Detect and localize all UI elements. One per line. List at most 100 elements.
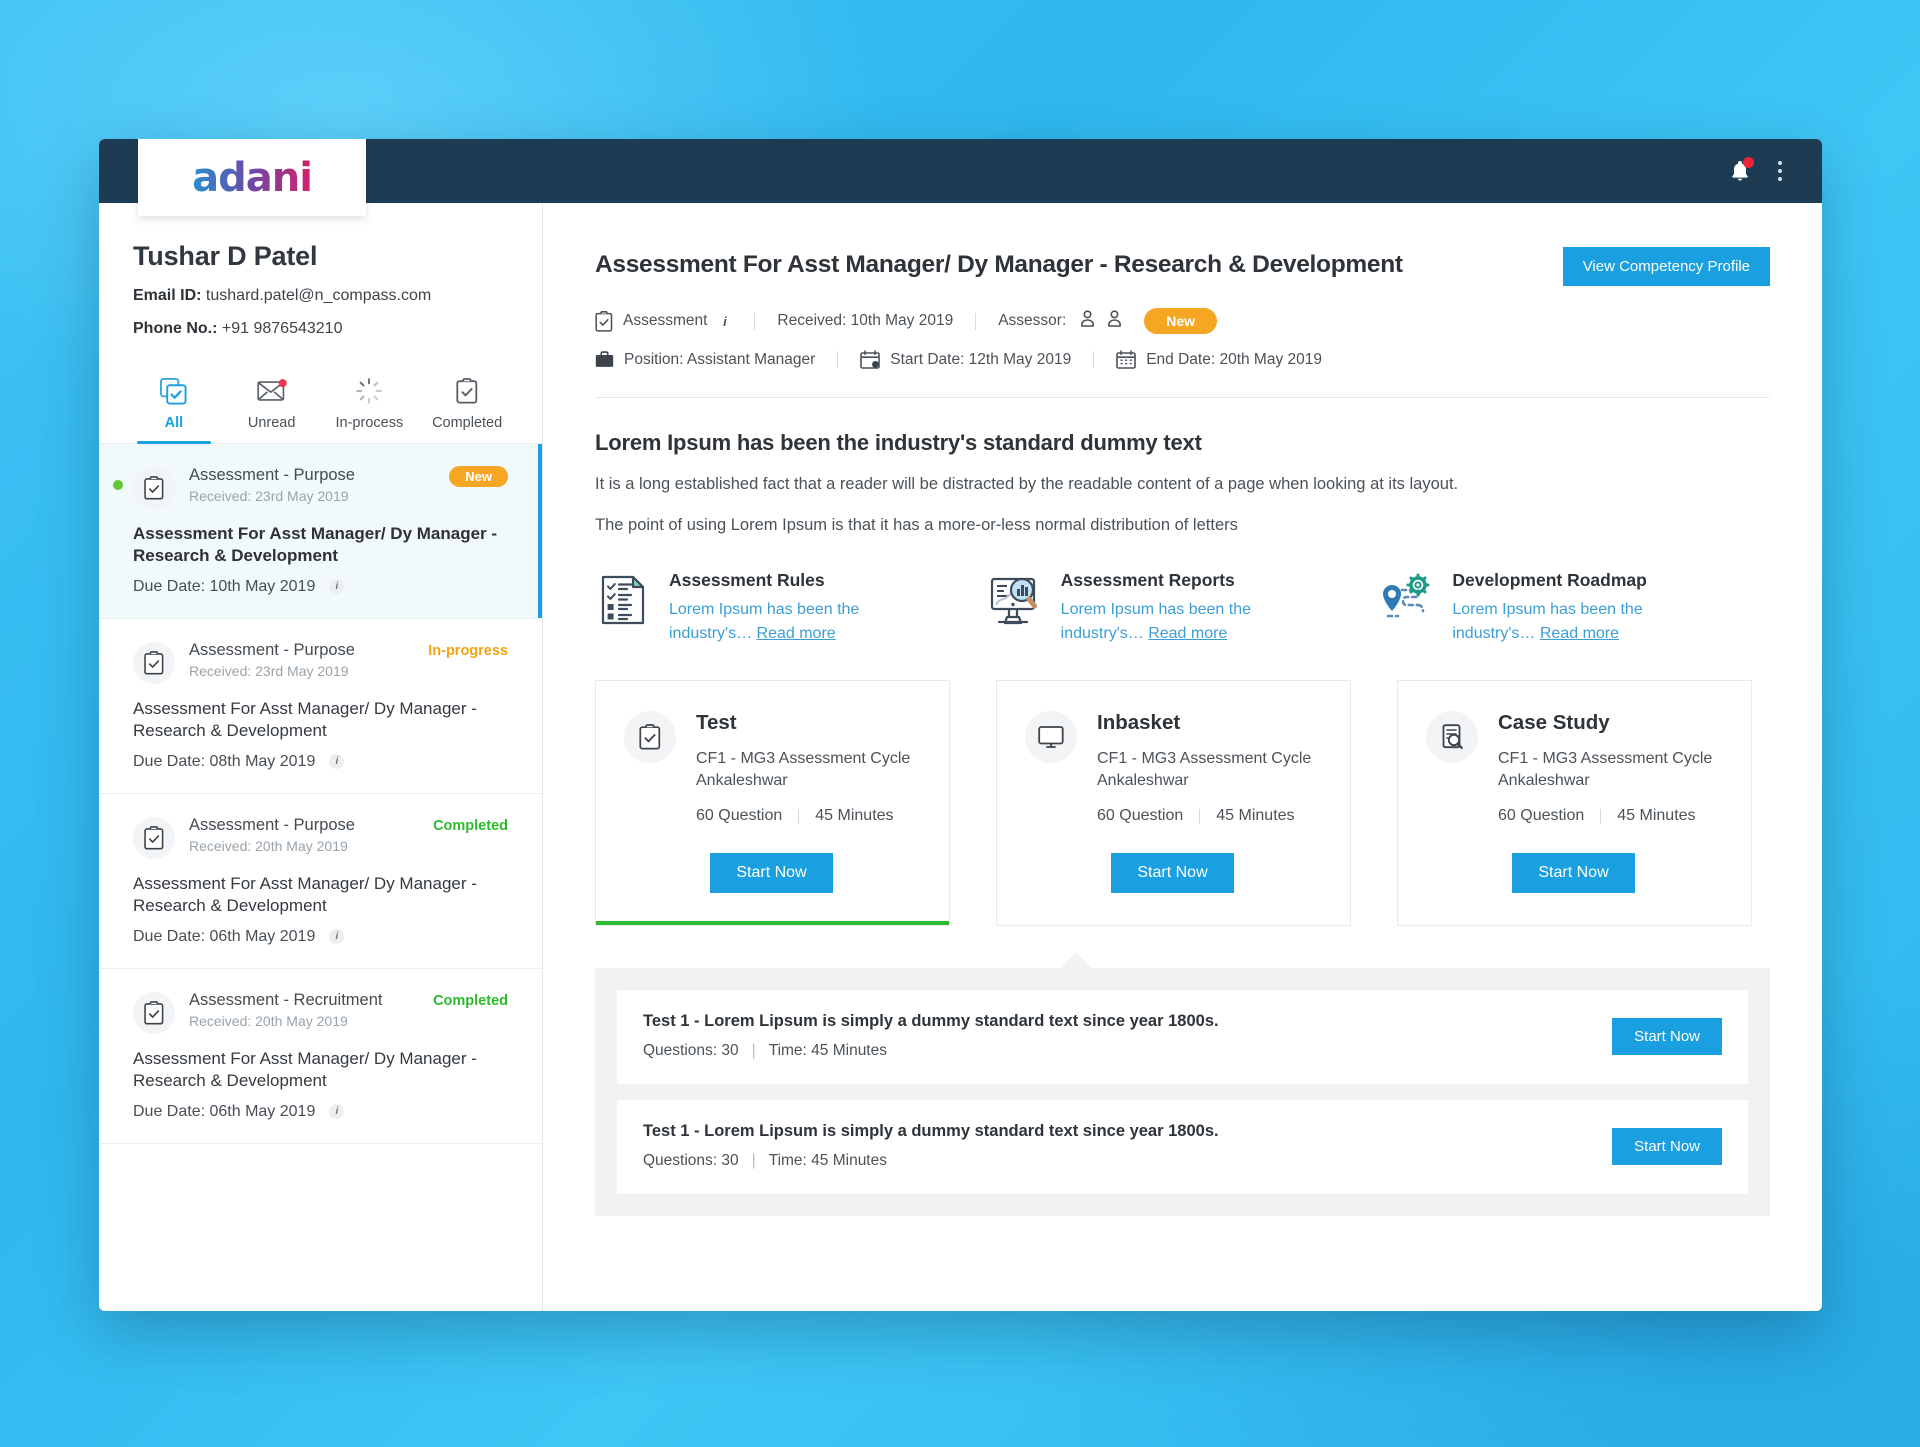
info-icon[interactable]: i (329, 929, 345, 945)
tab-completed[interactable]: Completed (418, 368, 516, 443)
tab-in-process-label: In-process (335, 415, 404, 431)
divider (1600, 808, 1602, 824)
card-case-study[interactable]: Case Study CF1 - MG3 Assessment Cycle An… (1397, 679, 1752, 926)
kebab-menu-icon[interactable] (1774, 157, 1786, 185)
card-description: CF1 - MG3 Assessment Cycle Ankaleshwar (1498, 749, 1713, 789)
avatar[interactable] (1107, 310, 1122, 332)
list-item-head: Assessment - Recruitment Received: 20th … (133, 991, 508, 1034)
card-inbasket[interactable]: Inbasket CF1 - MG3 Assessment Cycle Anka… (996, 679, 1351, 926)
assessment-list: Assessment - Purpose Received: 23rd May … (99, 444, 542, 1311)
topbar-actions (1728, 157, 1822, 185)
filter-tabs: All Unread In-process Completed (99, 368, 542, 444)
read-more-link[interactable]: Read more (1148, 625, 1227, 642)
envelope-icon (223, 376, 321, 406)
brand-logo[interactable]: adani (138, 139, 366, 216)
list-item-title: Assessment For Asst Manager/ Dy Manager … (133, 1048, 477, 1091)
card-stats: 60 Question 45 Minutes (1498, 807, 1721, 825)
test-time: Time: 45 Minutes (768, 1152, 887, 1169)
info-block-development-roadmap: Development Roadmap Lorem Ipsum has been… (1378, 570, 1770, 646)
list-item-title: Assessment For Asst Manager/ Dy Manager … (133, 873, 477, 916)
test-title: Test 1 - Lorem Lipsum is simply a dummy … (643, 1012, 1219, 1030)
status-badge: New (449, 466, 508, 487)
list-item-head: Assessment - Purpose Received: 20th May … (133, 816, 508, 859)
tab-all[interactable]: All (125, 368, 223, 444)
meta-received-text: Received: 10th May 2019 (777, 312, 954, 329)
divider (1093, 351, 1095, 368)
card-questions: 60 Question (1097, 807, 1184, 824)
card-content: Case Study CF1 - MG3 Assessment Cycle An… (1426, 710, 1721, 825)
meta-assessor: Assessor: (998, 310, 1122, 332)
list-item-received: Received: 23rd May 2019 (189, 662, 349, 679)
tab-unread[interactable]: Unread (223, 368, 321, 443)
info-icon[interactable]: i (329, 754, 345, 770)
profile-phone-value: +91 9876543210 (221, 320, 343, 337)
profile-phone: Phone No.: +91 9876543210 (133, 320, 508, 338)
card-content: Inbasket CF1 - MG3 Assessment Cycle Anka… (1025, 710, 1320, 825)
test-row: Test 1 - Lorem Lipsum is simply a dummy … (617, 990, 1748, 1084)
list-item-head: Assessment - Purpose Received: 23rd May … (133, 466, 508, 509)
info-icon[interactable]: i (717, 314, 732, 329)
list-item-due: Due Date: 08th May 2019 i (133, 753, 508, 771)
card-body: Inbasket CF1 - MG3 Assessment Cycle Anka… (1097, 711, 1320, 825)
info-block-assessment-reports: Assessment Reports Lorem Ipsum has been … (987, 570, 1379, 646)
list-item[interactable]: Assessment - Recruitment Received: 20th … (99, 969, 542, 1144)
list-item-title: Assessment For Asst Manager/ Dy Manager … (133, 524, 498, 566)
read-more-link[interactable]: Read more (757, 625, 836, 642)
divider (754, 312, 756, 330)
info-block-text: Assessment Rules Lorem Ipsum has been th… (669, 570, 919, 646)
tests-panel: Test 1 - Lorem Lipsum is simply a dummy … (595, 968, 1770, 1216)
assessor-avatars (1080, 310, 1122, 332)
start-now-button[interactable]: Start Now (1612, 1127, 1722, 1165)
status-badge: Completed (433, 817, 508, 834)
card-action: Start Now (1025, 853, 1320, 893)
start-now-button[interactable]: Start Now (1512, 853, 1635, 893)
profile-name: Tushar D Patel (133, 241, 318, 271)
monitor-icon (1025, 710, 1077, 763)
meta-end-date: End Date: 20th May 2019 (1116, 350, 1322, 369)
brand-logo-text: adani (192, 154, 313, 201)
spinner-icon (321, 376, 419, 406)
clipboard-check-icon (133, 641, 175, 684)
tab-unread-label: Unread (247, 415, 296, 431)
view-competency-profile-button[interactable]: View Competency Profile (1562, 247, 1770, 286)
copy-check-icon (125, 376, 223, 406)
start-now-button[interactable]: Start Now (710, 853, 833, 893)
test-questions: Questions: 30 (643, 1042, 739, 1059)
briefcase-icon (595, 351, 614, 368)
list-item-received: Received: 20th May 2019 (189, 1012, 348, 1029)
list-item[interactable]: Assessment - Purpose Received: 23rd May … (99, 444, 542, 619)
start-now-button[interactable]: Start Now (1111, 853, 1234, 893)
read-more-link[interactable]: Read more (1540, 625, 1619, 642)
clipboard-check-icon (133, 991, 175, 1034)
avatar[interactable] (1080, 310, 1095, 332)
card-stats: 60 Question 45 Minutes (696, 807, 919, 825)
profile-section: Tushar D Patel Email ID: tushard.patel@n… (99, 203, 542, 338)
tab-in-process[interactable]: In-process (321, 368, 419, 443)
bell-icon[interactable] (1728, 157, 1754, 183)
list-item-purpose: Assessment - Purpose (189, 466, 355, 484)
list-item-due-text: Due Date: 06th May 2019 (133, 1102, 316, 1120)
info-block-text: Development Roadmap Lorem Ipsum has been… (1452, 570, 1702, 646)
roadmap-pin-icon (1378, 570, 1434, 646)
card-body: Case Study CF1 - MG3 Assessment Cycle An… (1498, 711, 1721, 825)
meta-position-text: Position: Assistant Manager (624, 350, 816, 368)
assessment-meta: Assessment i Received: 10th May 2019 Ass… (595, 308, 1770, 369)
list-item[interactable]: Assessment - Purpose Received: 23rd May … (99, 619, 542, 794)
card-test[interactable]: Test CF1 - MG3 Assessment Cycle Ankalesh… (595, 679, 950, 926)
info-icon[interactable]: i (329, 579, 345, 595)
clipboard-check-icon (133, 467, 175, 509)
info-block-desc: Lorem Ipsum has been the industry's… Rea… (1061, 598, 1311, 646)
divider: | (751, 1152, 756, 1169)
list-item[interactable]: Assessment - Purpose Received: 20th May … (99, 794, 542, 969)
clipboard-check-icon (624, 710, 676, 763)
card-content: Test CF1 - MG3 Assessment Cycle Ankalesh… (624, 710, 919, 825)
list-item-head: Assessment - Purpose Received: 23rd May … (133, 641, 508, 684)
meta-position: Position: Assistant Manager (595, 351, 815, 369)
tab-all-label: All (164, 415, 184, 431)
start-now-button[interactable]: Start Now (1612, 1017, 1722, 1055)
card-description: CF1 - MG3 Assessment Cycle Ankaleshwar (1097, 749, 1312, 789)
info-icon[interactable]: i (329, 1104, 345, 1119)
page-title: Assessment For Asst Manager/ Dy Manager … (595, 251, 1403, 278)
list-item-due-text: Due Date: 10th May 2019 (133, 577, 316, 595)
card-minutes: 45 Minutes (1216, 807, 1295, 824)
